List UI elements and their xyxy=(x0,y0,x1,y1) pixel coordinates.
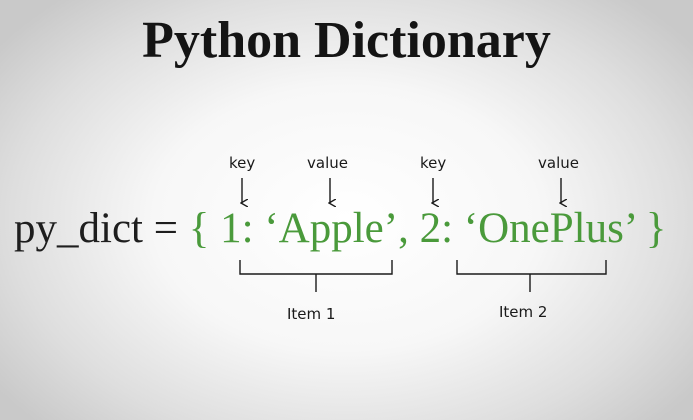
colon-2: : xyxy=(441,205,454,252)
diagram-canvas: Python Dictionary key value key value py… xyxy=(0,0,693,420)
colon-1: : xyxy=(241,205,254,252)
open-brace: { xyxy=(188,205,210,252)
item2-bracket xyxy=(456,260,607,292)
item2-label: Item 2 xyxy=(499,303,548,321)
item1-label: Item 1 xyxy=(287,305,336,323)
item-separator: , xyxy=(398,205,409,252)
dict-value-1: ‘Apple’ xyxy=(264,205,399,252)
dict-key-1: 1 xyxy=(220,205,242,252)
variable-name: py_dict xyxy=(14,205,143,252)
close-brace: } xyxy=(645,205,667,252)
dict-key-2: 2 xyxy=(419,205,442,252)
item1-bracket xyxy=(239,260,393,292)
dict-code-line: py_dict = { 1: ‘Apple’, 2: ‘OnePlus’ } xyxy=(14,203,666,255)
equals-sign: = xyxy=(153,205,178,252)
dict-value-2: ‘OnePlus’ xyxy=(463,205,635,252)
